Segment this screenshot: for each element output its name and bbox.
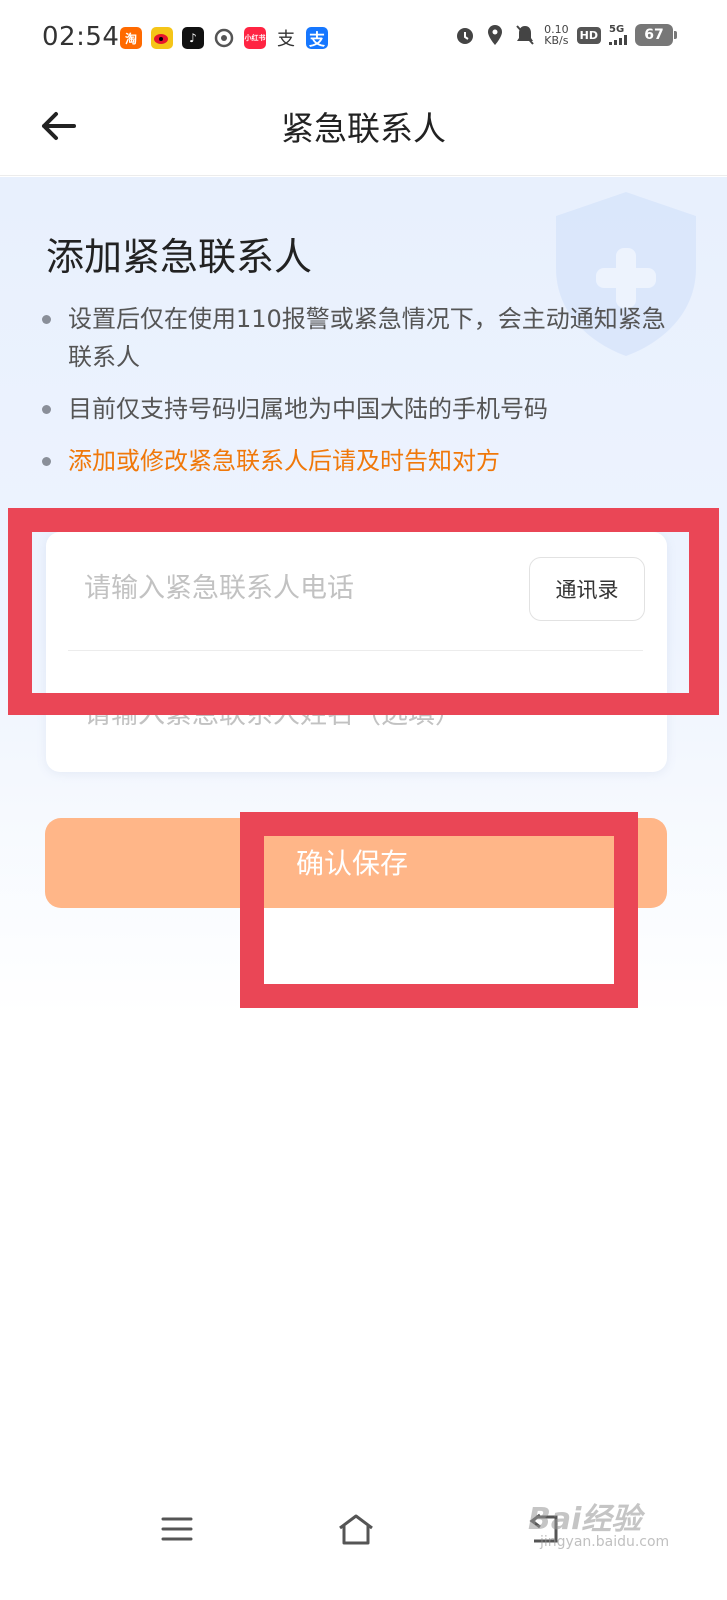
- taobao-icon: 淘: [120, 27, 142, 49]
- phone-input[interactable]: [84, 566, 514, 610]
- bullet-dot: [42, 315, 51, 324]
- location-icon: [484, 24, 506, 46]
- system-icons: 0.10 KB/s HD 5G 67: [454, 24, 677, 46]
- field-divider: [68, 650, 643, 651]
- alipay-outline-icon: 支: [275, 27, 297, 50]
- home-key[interactable]: [331, 1504, 381, 1554]
- battery-icon: 67: [635, 24, 677, 46]
- hd-badge: HD: [576, 26, 601, 44]
- contacts-button[interactable]: 通讯录: [529, 557, 645, 621]
- net-speed-unit: KB/s: [544, 34, 569, 47]
- xiaohongshu-icon: 小红书: [244, 27, 266, 49]
- signal-icon: 5G: [609, 25, 627, 45]
- alarm-icon: [454, 24, 476, 46]
- weibo-icon: [151, 27, 173, 49]
- mute-bell-icon: [514, 24, 536, 46]
- info-text: 设置后仅在使用110报警或紧急情况下，会主动通知紧急联系人: [68, 305, 666, 371]
- menu-key[interactable]: [152, 1504, 202, 1554]
- contact-form-card: 通讯录: [46, 532, 667, 772]
- nav-bar: 紧急联系人: [0, 80, 727, 176]
- bullet-dot: [42, 457, 51, 466]
- browser-icon: [213, 27, 235, 49]
- watermark: Bai经验: [528, 1502, 642, 1537]
- info-item: 设置后仅在使用110报警或紧急情况下，会主动通知紧急联系人: [40, 300, 680, 376]
- save-button-label: 确认保存: [296, 847, 409, 880]
- menu-icon: [161, 1517, 193, 1541]
- watermark-url: jingyan.baidu.com: [540, 1534, 670, 1550]
- name-input[interactable]: [84, 692, 604, 736]
- status-bar: 02:54 淘 ♪ 小红书 支 支 0.10 KB/s HD 5G 67: [0, 0, 727, 80]
- alipay-icon: 支: [306, 27, 328, 49]
- network-speed: 0.10 KB/s: [544, 24, 569, 46]
- section-title: 添加紧急联系人: [46, 235, 313, 279]
- home-icon: [339, 1514, 373, 1545]
- network-type: 5G: [609, 24, 625, 35]
- status-time: 02:54: [42, 22, 120, 52]
- info-list: 设置后仅在使用110报警或紧急情况下，会主动通知紧急联系人 目前仅支持号码归属地…: [40, 300, 680, 494]
- battery-level: 67: [644, 27, 664, 43]
- warning-text: 添加或修改紧急联系人后请及时告知对方: [68, 447, 500, 475]
- info-text: 目前仅支持号码归属地为中国大陆的手机号码: [68, 395, 548, 423]
- tiktok-icon: ♪: [182, 27, 204, 49]
- page-title: 紧急联系人: [281, 109, 446, 148]
- notification-icons: 淘 ♪ 小红书 支 支: [120, 27, 328, 50]
- info-item: 目前仅支持号码归属地为中国大陆的手机号码: [40, 390, 680, 428]
- annotation-box-fill: [264, 908, 614, 984]
- bullet-dot: [42, 405, 51, 414]
- warning-item: 添加或修改紧急联系人后请及时告知对方: [40, 442, 680, 480]
